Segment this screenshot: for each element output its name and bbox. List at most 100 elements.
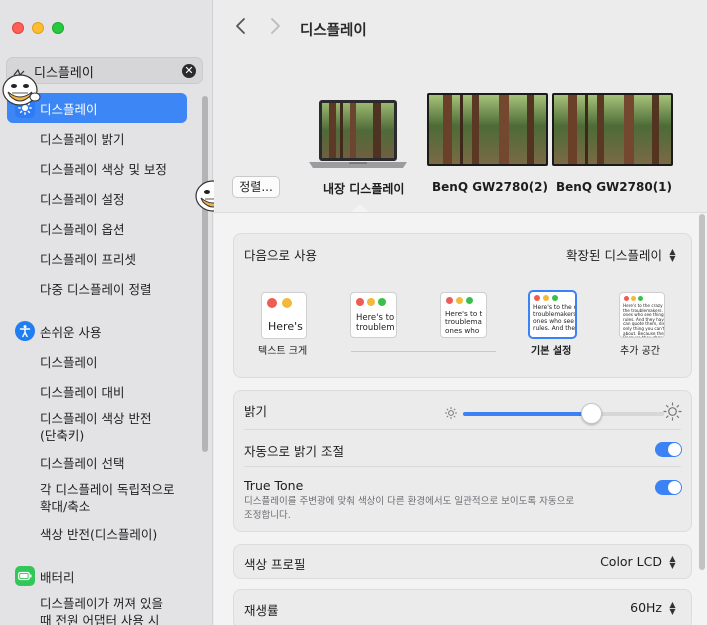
page-title: 디스플레이 bbox=[300, 23, 367, 39]
battery-icon bbox=[15, 566, 35, 586]
sidebar-item-a11y-display[interactable]: 디스플레이 bbox=[7, 346, 187, 376]
search-input[interactable] bbox=[34, 62, 174, 80]
benq-1-display-label: BenQ GW2780(1) bbox=[556, 180, 673, 194]
sidebar-scrollbar[interactable] bbox=[202, 96, 208, 452]
sidebar-item-label: 디스플레이 색상 반전 (단축키) bbox=[40, 411, 152, 443]
brightness-label: 밝기 bbox=[244, 404, 268, 419]
resolution-preview-text: Here's to the crazy ones the troublemake… bbox=[623, 303, 665, 338]
chevron-right-icon bbox=[271, 18, 280, 34]
true-tone-description: 디스플레이를 주변광에 맞춰 색상이 다른 환경에서도 일관적으로 보이도록 자… bbox=[244, 496, 575, 521]
minimize-window-button[interactable] bbox=[32, 22, 44, 34]
brightness-slider-knob[interactable] bbox=[581, 403, 603, 424]
color-profile-popup[interactable]: Color LCD ▲ ▼ bbox=[600, 554, 677, 569]
sidebar-item-display-presets[interactable]: 디스플레이 프리셋 bbox=[7, 243, 187, 273]
color-profile-label: 색상 프로필 bbox=[244, 557, 306, 572]
mascot-icon bbox=[0, 66, 42, 112]
resolution-option-3[interactable]: Here's to t troublema ones who bbox=[440, 292, 487, 338]
true-tone-toggle[interactable] bbox=[655, 480, 682, 495]
brightness-low-icon bbox=[444, 405, 458, 419]
sidebar-item-label: 디스플레이 대비 bbox=[40, 384, 125, 400]
sidebar-item-label: 디스플레이 프리셋 bbox=[40, 251, 136, 267]
forward-button[interactable] bbox=[264, 15, 286, 37]
sidebar-item-display-options[interactable]: 디스플레이 옵션 bbox=[7, 213, 187, 243]
close-window-button[interactable] bbox=[12, 22, 24, 34]
resolution-preview-text: Here's to troublem bbox=[356, 313, 395, 333]
arrange-button[interactable]: 정렬... bbox=[232, 176, 280, 198]
monitor-icon bbox=[427, 93, 548, 166]
sidebar-item-label: 디스플레이 옵션 bbox=[40, 221, 125, 237]
resolution-option-default[interactable]: Here's to the cr troublemakers. ones who… bbox=[528, 290, 577, 339]
chevron-left-icon bbox=[236, 18, 245, 34]
up-down-chevron-icon: ▲ ▼ bbox=[669, 599, 676, 616]
up-down-chevron-icon: ▲ ▼ bbox=[669, 246, 676, 263]
sidebar-item-label: 디스플레이 bbox=[40, 354, 98, 370]
resolution-preview-text: Here's to the cr troublemakers. ones who… bbox=[533, 304, 577, 332]
auto-brightness-toggle[interactable] bbox=[655, 442, 682, 457]
clear-search-icon[interactable]: ✕ bbox=[182, 64, 196, 78]
divider bbox=[244, 429, 681, 430]
settings-content: 다음으로 사용 확장된 디스플레이 ▲ ▼ Here's Here's to tr… bbox=[214, 212, 707, 625]
monitor-icon bbox=[552, 93, 673, 166]
true-tone-label: True Tone bbox=[244, 478, 304, 493]
resolution-preview-text: Here's to t troublema ones who bbox=[445, 309, 483, 335]
sidebar-item-battery[interactable]: 배터리 bbox=[7, 561, 187, 591]
benq-2-display-label: BenQ GW2780(2) bbox=[432, 180, 549, 194]
back-button[interactable] bbox=[230, 15, 252, 37]
use-as-label: 다음으로 사용 bbox=[244, 248, 317, 263]
sidebar-item-label: 배터리 bbox=[40, 569, 75, 585]
main-pane: 디스플레이 정렬... 내장 디스플레이 BenQ GW2780(2) BenQ… bbox=[214, 0, 707, 625]
sidebar-item-a11y-invert-shortcut[interactable]: 디스플레이 색상 반전 (단축키) bbox=[7, 410, 187, 446]
resolution-caption: 추가 공간 bbox=[620, 346, 660, 357]
sidebar-item-label: 디스플레이 설정 bbox=[40, 191, 125, 207]
sidebar-item-label: 디스플레이 선택 bbox=[40, 455, 125, 471]
builtin-display-label: 내장 디스플레이 bbox=[323, 182, 405, 196]
sidebar-item-display-color[interactable]: 디스플레이 색상 및 보정 bbox=[7, 153, 187, 183]
sidebar-item-label: 디스플레이 bbox=[40, 101, 98, 117]
sidebar-item-a11y-zoom-each[interactable]: 각 디스플레이 독립적으로 확대/축소 bbox=[7, 481, 187, 517]
sidebar-item-label: 디스플레이 색상 및 보정 bbox=[40, 161, 167, 177]
brightness-panel: 밝기 자동으로 밝기 조절 True Tone 디스플레이를 주변광에 맞춰 색… bbox=[233, 390, 692, 532]
sidebar-item-a11y-contrast[interactable]: 디스플레이 대비 bbox=[7, 376, 187, 406]
sidebar-item-accessibility[interactable]: 손쉬운 사용 bbox=[7, 316, 187, 346]
laptop-icon bbox=[309, 100, 407, 168]
resolution-option-more-space[interactable]: Here's to the crazy ones the troublemake… bbox=[619, 292, 665, 338]
sidebar-item-label: 색상 반전(디스플레이) bbox=[40, 526, 158, 542]
resolution-caption: 기본 설정 bbox=[531, 346, 572, 357]
sidebar-item-a11y-select-display[interactable]: 디스플레이 선택 bbox=[7, 447, 187, 477]
resolution-caption: 텍스트 크게 bbox=[258, 346, 308, 357]
benq-1-display-thumbnail[interactable] bbox=[552, 93, 673, 166]
zoom-window-button[interactable] bbox=[52, 22, 64, 34]
sidebar-item-label: 손쉬운 사용 bbox=[40, 324, 102, 340]
sidebar-item-label: 다중 디스플레이 정렬 bbox=[40, 281, 152, 297]
sidebar-item-battery-display-off[interactable]: 디스플레이가 꺼져 있을 때 전원 어댑터 사용 시 bbox=[7, 595, 187, 625]
color-profile-panel: 색상 프로필 Color LCD ▲ ▼ bbox=[233, 544, 692, 579]
builtin-display-thumbnail[interactable] bbox=[307, 98, 409, 170]
benq-2-display-thumbnail[interactable] bbox=[427, 93, 548, 166]
refresh-rate-label: 재생률 bbox=[244, 603, 279, 618]
resolution-option-2[interactable]: Here's to troublem bbox=[350, 292, 397, 338]
use-as-value: 확장된 디스플레이 bbox=[566, 248, 662, 263]
resolution-scale-line bbox=[351, 351, 496, 352]
sidebar-item-display-brightness[interactable]: 디스플레이 밝기 bbox=[7, 123, 187, 153]
divider bbox=[244, 466, 681, 467]
brightness-slider-fill bbox=[463, 412, 592, 416]
sidebar-item-display-settings[interactable]: 디스플레이 설정 bbox=[7, 183, 187, 213]
sidebar-item-label: 디스플레이가 꺼져 있을 때 전원 어댑터 사용 시 bbox=[40, 596, 163, 625]
up-down-chevron-icon: ▲ ▼ bbox=[669, 553, 676, 570]
sidebar-item-label: 각 디스플레이 독립적으로 확대/축소 bbox=[40, 482, 175, 514]
main-scrollbar[interactable] bbox=[699, 214, 705, 570]
sidebar-item-a11y-invert[interactable]: 색상 반전(디스플레이) bbox=[7, 518, 187, 548]
brightness-high-icon bbox=[663, 402, 682, 421]
resolution-preview-text: Here's bbox=[268, 320, 303, 333]
toolbar: 디스플레이 bbox=[214, 0, 707, 56]
sidebar-item-multi-display-arrange[interactable]: 다중 디스플레이 정렬 bbox=[7, 273, 187, 303]
brightness-slider[interactable] bbox=[463, 403, 664, 424]
use-as-panel: 다음으로 사용 확장된 디스플레이 ▲ ▼ Here's Here's to tr… bbox=[233, 233, 692, 378]
auto-brightness-label: 자동으로 밝기 조절 bbox=[244, 444, 344, 459]
refresh-rate-popup[interactable]: 60Hz ▲ ▼ bbox=[630, 600, 677, 615]
resolution-option-larger-text[interactable]: Here's bbox=[261, 292, 307, 339]
settings-window: ✕ 디스플레이 디스플레이 밝기 디스플레이 색상 및 보정 디스플레이 설정 … bbox=[0, 0, 707, 625]
use-as-popup[interactable]: 확장된 디스플레이 ▲ ▼ bbox=[566, 245, 677, 264]
refresh-rate-panel: 재생률 60Hz ▲ ▼ bbox=[233, 589, 692, 625]
accessibility-icon bbox=[15, 321, 35, 341]
